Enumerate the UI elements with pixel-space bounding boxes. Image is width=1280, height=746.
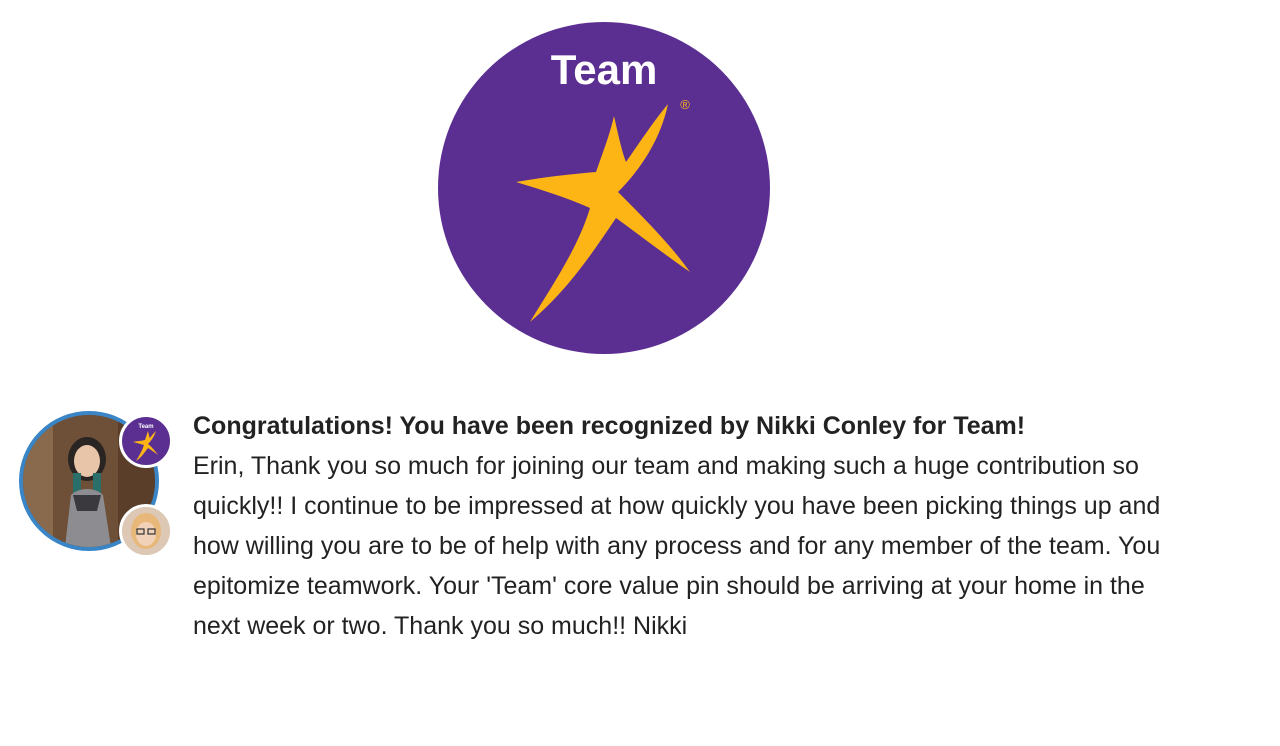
giver-avatar[interactable] (119, 504, 173, 558)
avatar-group: Team (19, 411, 179, 561)
recognition-body: Erin, Thank you so much for joining our … (193, 452, 1161, 640)
recognition-message: Congratulations! You have been recognize… (193, 410, 1193, 646)
team-mini-badge: Team (119, 414, 173, 468)
team-badge-logo: Team ® (438, 22, 770, 354)
recognition-headline: Congratulations! You have been recognize… (193, 412, 1026, 440)
star-icon: Team ® (516, 46, 690, 322)
registered-mark: ® (680, 97, 690, 112)
mini-badge-title: Team (138, 424, 153, 430)
star-icon: Team (133, 424, 158, 461)
badge-title: Team (551, 46, 658, 93)
